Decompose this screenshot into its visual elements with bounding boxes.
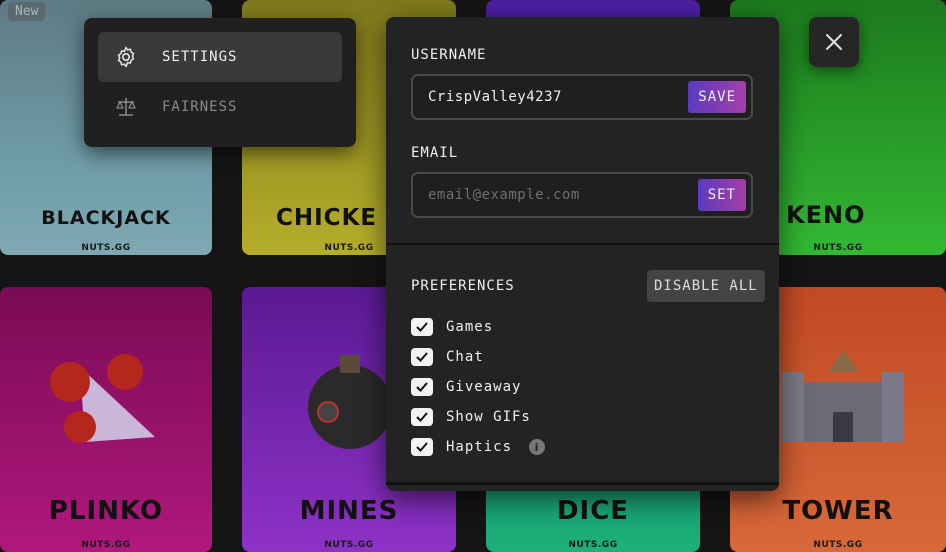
check-icon (416, 352, 428, 362)
checkbox-giveaway[interactable] (411, 378, 433, 396)
preference-label: Giveaway (446, 379, 522, 395)
username-field-wrapper: SAVE (411, 74, 753, 120)
game-title-blackjack: BLACKJACK (41, 207, 171, 229)
disable-all-button[interactable]: DISABLE ALL (647, 270, 765, 302)
preference-label: Haptics (446, 439, 513, 455)
save-button[interactable]: SAVE (688, 81, 746, 113)
email-field[interactable] (428, 174, 678, 216)
divider (386, 243, 779, 245)
castle-illustration (782, 350, 904, 442)
brand-label: NUTS.GG (81, 540, 131, 550)
checkbox-games[interactable] (411, 318, 433, 336)
set-email-button[interactable]: SET (697, 179, 746, 211)
preference-haptics[interactable]: Haptics i (411, 438, 546, 456)
brand-label: NUTS.GG (81, 243, 131, 253)
game-tile-plinko[interactable]: PLINKO NUTS.GG (0, 287, 212, 552)
check-icon (416, 382, 428, 392)
preference-label: Show GIFs (446, 409, 531, 425)
brand-label: NUTS.GG (324, 540, 374, 550)
scale-icon (116, 98, 136, 116)
username-field[interactable] (428, 76, 678, 118)
menu-item-settings[interactable]: SETTINGS (98, 32, 342, 82)
info-icon[interactable]: i (529, 439, 546, 455)
preference-label: Games (446, 319, 494, 335)
plinko-illustration (50, 354, 155, 443)
check-icon (416, 442, 428, 452)
brand-label: NUTS.GG (813, 540, 863, 550)
preference-label: Chat (446, 349, 484, 365)
gear-icon (117, 46, 135, 68)
check-icon (416, 322, 428, 332)
email-label: EMAIL (411, 145, 459, 161)
game-title-keno: KENO (786, 201, 866, 229)
game-title-plinko: PLINKO (48, 496, 164, 526)
divider (386, 482, 779, 485)
close-button[interactable] (809, 17, 859, 67)
checkbox-chat[interactable] (411, 348, 433, 366)
preference-giveaway[interactable]: Giveaway (411, 378, 521, 396)
close-icon (826, 34, 842, 50)
game-title-dice: DICE (556, 496, 630, 526)
brand-label: NUTS.GG (568, 540, 618, 550)
settings-panel: USERNAME SAVE EMAIL SET PREFERENCES DISA… (386, 17, 779, 491)
preference-games[interactable]: Games (411, 318, 493, 336)
username-label: USERNAME (411, 47, 487, 63)
game-title-mines: MINES (299, 496, 399, 526)
game-title-tower: TOWER (782, 496, 894, 526)
check-icon (416, 412, 428, 422)
preferences-label: PREFERENCES (411, 278, 515, 294)
menu-item-fairness[interactable]: FAIRNESS (98, 82, 342, 132)
checkbox-haptics[interactable] (411, 438, 433, 456)
preference-show-gifs[interactable]: Show GIFs (411, 408, 531, 426)
menu-label-fairness: FAIRNESS (162, 99, 238, 115)
bomb-illustration (308, 355, 392, 449)
menu-label-settings: SETTINGS (162, 49, 238, 65)
settings-side-menu: SETTINGS FAIRNESS (84, 18, 356, 147)
preference-chat[interactable]: Chat (411, 348, 484, 366)
new-badge: New (8, 2, 46, 21)
email-field-wrapper: SET (411, 172, 753, 218)
checkbox-show-gifs[interactable] (411, 408, 433, 426)
